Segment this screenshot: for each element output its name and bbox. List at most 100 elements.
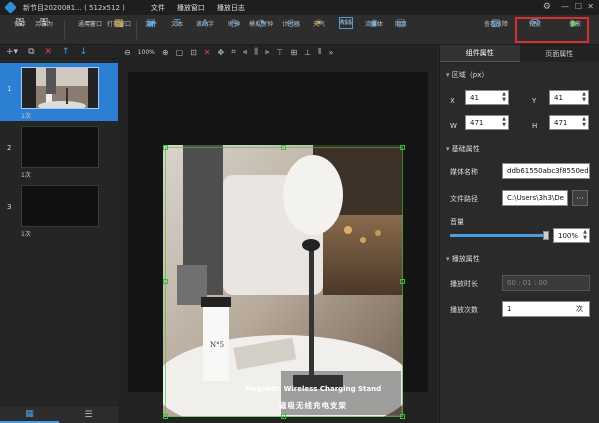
playback-section-title: 播放属性 [446, 254, 480, 264]
settings-gear-icon[interactable]: ⚙ [543, 2, 551, 12]
tab-page-properties[interactable]: 页面属性 [520, 45, 599, 62]
view-switcher: ▦ ☰ [0, 407, 118, 423]
play-times-field[interactable]: 1 次 [502, 301, 590, 317]
stream-button[interactable]: ◉ 流媒体 [361, 17, 387, 43]
analog-clock-button[interactable]: ◔ 模拟时钟 [248, 17, 274, 43]
move-icon[interactable]: ✥ [218, 48, 225, 57]
align-bottom-icon[interactable]: ⊥ [304, 48, 311, 57]
delete-element-icon[interactable]: ✕ [204, 48, 211, 57]
stream-label: 流媒体 [364, 21, 383, 28]
toolbar-divider [136, 21, 137, 39]
spin-arrows-icon[interactable]: ▲ ▼ [582, 91, 586, 103]
toolbar-divider [64, 21, 65, 39]
w-label: W [450, 122, 457, 130]
menu-play-log[interactable]: 播放日志 [217, 3, 245, 13]
align-middle-icon[interactable]: ⊞ [290, 48, 297, 57]
scene-item-1[interactable]: 1 1次 [0, 63, 118, 121]
list-view-icon[interactable]: ☰ [59, 407, 118, 423]
weather-label: 天气 [312, 21, 325, 28]
resize-handle-nw[interactable] [163, 145, 168, 150]
grid-view-icon[interactable]: ▦ [0, 407, 59, 423]
scene-play-count: 1次 [21, 113, 31, 120]
menu-file[interactable]: 文件 [151, 3, 165, 13]
resize-handle-s[interactable] [281, 414, 286, 419]
timer-label: 计时器 [281, 21, 300, 28]
text-tool-label: 文本 [170, 21, 183, 28]
zoom-in-icon[interactable]: ⊕ [162, 48, 169, 57]
move-down-icon[interactable]: ↓ [80, 47, 88, 57]
rss-button[interactable]: RSS RSS [333, 17, 359, 43]
add-scene-icon[interactable]: +▾ [6, 47, 18, 57]
spin-arrows-icon[interactable]: ▲ ▼ [583, 229, 587, 241]
distribute-icon[interactable]: ⫴ [318, 47, 321, 57]
x-label: X [450, 97, 455, 105]
actual-size-icon[interactable]: ⊡ [190, 48, 197, 57]
scene-item-2[interactable]: 2 1次 [0, 122, 118, 180]
resize-handle-n[interactable] [281, 145, 286, 150]
save-as-button[interactable]: 🖫 另存为 [31, 17, 57, 43]
region-section-title: 区域（px） [446, 70, 489, 80]
crop-icon[interactable]: ⌗ [231, 47, 236, 57]
web-button[interactable]: ▤ 网页 [388, 17, 414, 43]
zoom-level: 100% [137, 48, 155, 56]
analog-clock-label: 模拟时钟 [248, 21, 273, 28]
copy-scene-icon[interactable]: ⧉ [28, 47, 34, 57]
y-spinbox[interactable]: 41 ▲ ▼ [549, 90, 589, 105]
scene-thumbnail [21, 185, 99, 227]
view-fault-button[interactable]: ▥ 查看故障 [483, 17, 509, 43]
play-times-unit: 次 [576, 305, 583, 313]
web-label: 网页 [394, 21, 407, 28]
resize-handle-e[interactable] [400, 279, 405, 284]
scene-thumbnail [21, 67, 99, 109]
duration-value: 00 : 01 : 00 [507, 279, 548, 287]
general-window-button[interactable]: ▭ 通用窗口 [77, 17, 103, 43]
volume-slider-thumb[interactable] [543, 231, 549, 240]
menu-play-window[interactable]: 播放窗口 [177, 3, 205, 13]
w-spinbox[interactable]: 471 ▲ ▼ [465, 115, 509, 130]
save-button[interactable]: 🖫 保存 [7, 17, 33, 43]
more-tools-icon[interactable]: » [328, 48, 333, 57]
tab-component-properties[interactable]: 组件属性 [440, 45, 520, 62]
resize-handle-w[interactable] [163, 279, 168, 284]
spin-arrows-icon[interactable]: ▲ ▼ [582, 116, 586, 128]
media-image[interactable]: N°5 Magnetic Wireless Charging Stand 磁吸无… [163, 145, 403, 417]
align-left-icon[interactable]: ⫷ [243, 47, 248, 57]
window-title: 新节目2020081... ( 512x512 ) [23, 3, 125, 12]
caption-chinese: 磁吸无线充电支架 [279, 401, 347, 410]
fit-icon[interactable]: ▢ [176, 48, 184, 57]
resize-handle-se[interactable] [400, 414, 405, 419]
delete-scene-icon[interactable]: ✕ [45, 47, 53, 57]
canvas-toolbar: ⊖ 100% ⊕ ▢ ⊡ ✕ ✥ ⌗ ⫷ ⫼ ⫸ ⊤ ⊞ ⊥ ⫴ » [118, 45, 438, 59]
duration-label: 播放时长 [450, 280, 478, 288]
h-spinbox[interactable]: 471 ▲ ▼ [549, 115, 589, 130]
close-icon[interactable]: ✕ [587, 2, 594, 11]
clock-button[interactable]: ◷ 时钟 [221, 17, 247, 43]
move-up-icon[interactable]: ↑ [62, 47, 70, 57]
timer-button[interactable]: ◴ 计时器 [278, 17, 304, 43]
maximize-icon[interactable]: ☐ [575, 2, 582, 11]
resize-handle-sw[interactable] [163, 414, 168, 419]
split-window-button[interactable]: ▦ 打折窗口 [106, 17, 132, 43]
spin-arrows-icon[interactable]: ▲ ▼ [502, 116, 506, 128]
weather-button[interactable]: ☀ 天气 [306, 17, 332, 43]
align-right-icon[interactable]: ⫸ [265, 47, 270, 57]
resize-handle-ne[interactable] [400, 145, 405, 150]
scene-number: 3 [7, 203, 12, 211]
align-center-icon[interactable]: ⫼ [254, 47, 258, 57]
file-path-field[interactable]: C:\Users\3h3\De [502, 190, 568, 206]
browse-button[interactable]: ··· [572, 190, 588, 206]
volume-slider[interactable] [450, 234, 548, 237]
align-top-icon[interactable]: ⊤ [276, 48, 283, 57]
file-tool-button[interactable]: ▣ 文件 [138, 17, 164, 43]
media-name-field[interactable]: ddb61550abc3f8550ed5 [502, 163, 590, 179]
x-spinbox[interactable]: 41 ▲ ▼ [465, 90, 509, 105]
spin-arrows-icon[interactable]: ▲ ▼ [502, 91, 506, 103]
minimize-icon[interactable]: — [561, 2, 569, 11]
canvas-area: ⊖ 100% ⊕ ▢ ⊡ ✕ ✥ ⌗ ⫷ ⫼ ⫸ ⊤ ⊞ ⊥ ⫴ » N°5 M… [118, 45, 438, 423]
scroll-text-button[interactable]: A 滚动字 [192, 17, 218, 43]
scene-item-3[interactable]: 3 1次 [0, 181, 118, 239]
zoom-out-icon[interactable]: ⊖ [124, 48, 131, 57]
text-tool-button[interactable]: T 文本 [164, 17, 190, 43]
highlight-box [515, 17, 589, 43]
volume-spinbox[interactable]: 100% ▲ ▼ [553, 228, 590, 243]
